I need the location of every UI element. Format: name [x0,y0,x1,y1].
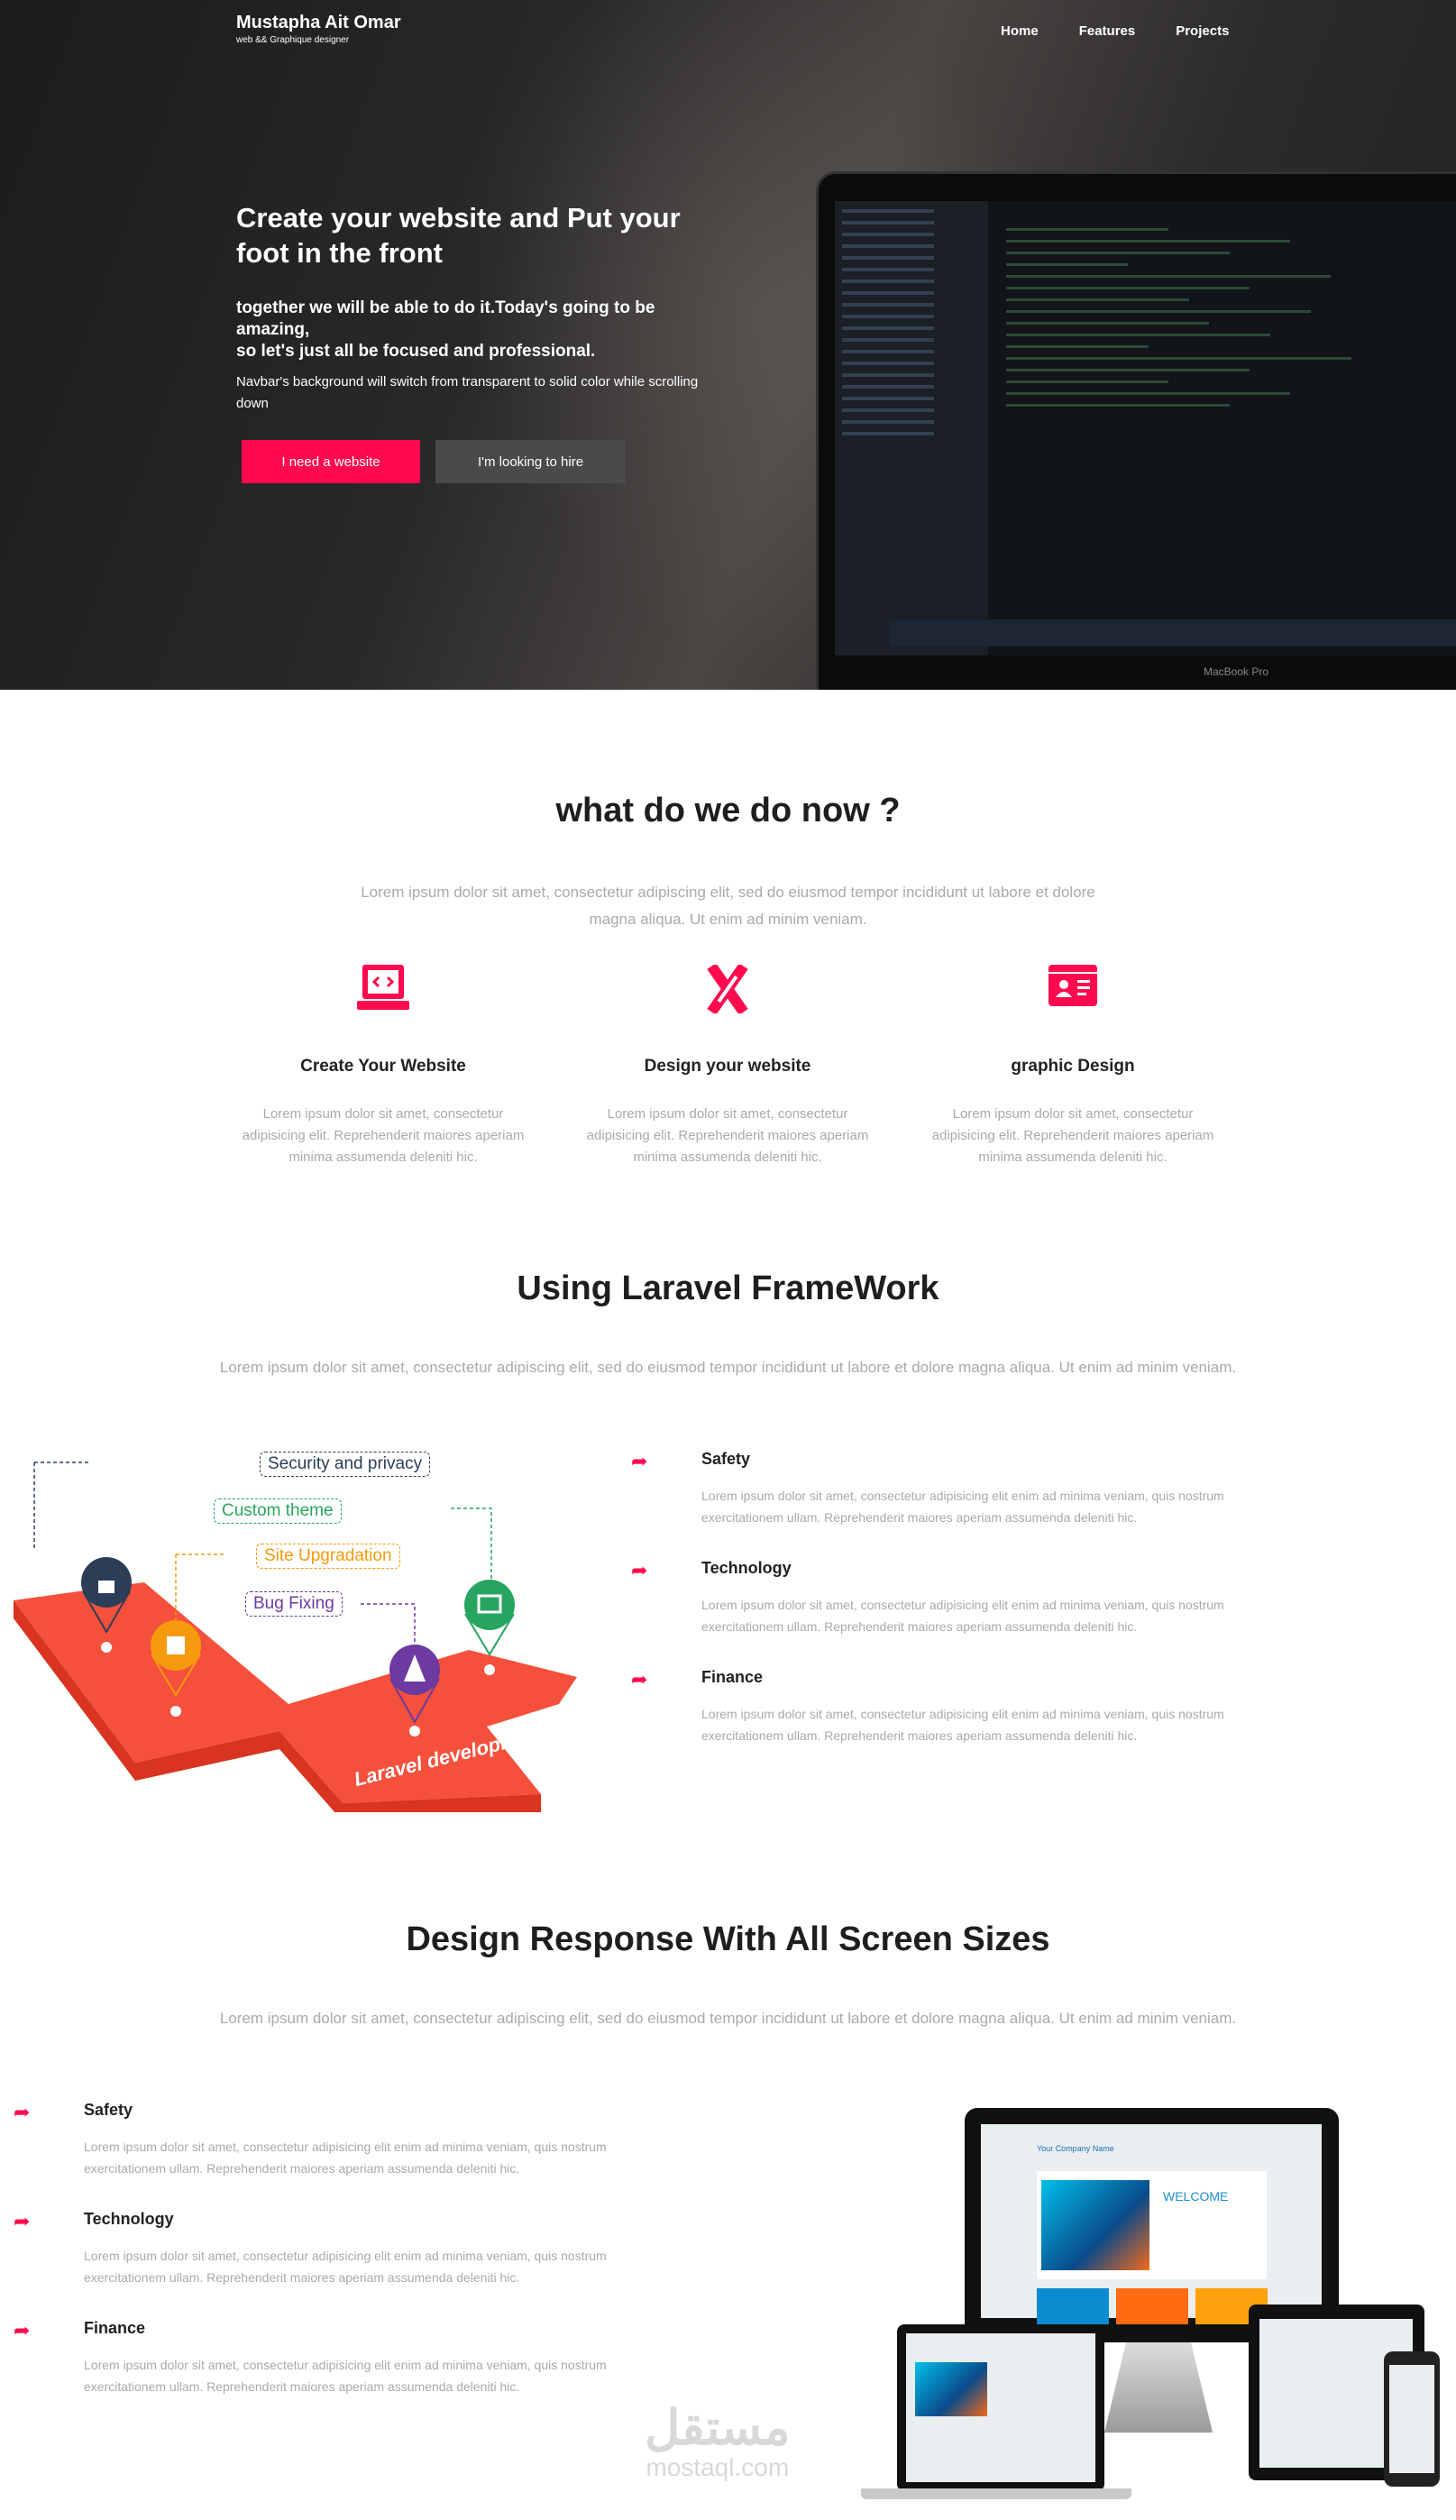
feature-title: Safety [84,2101,133,2119]
responsive-title: Design Response With All Screen Sizes [406,1920,1050,1958]
tag-bug-fixing: Bug Fixing [245,1591,343,1617]
laravel-illustration: Security and privacy Custom theme Site U… [0,1434,595,1812]
feature-title: Finance [84,2319,146,2337]
hero-subtitle-line: so let's just all be focused and profess… [236,342,596,361]
brand-tagline: web && Graphique designer [236,35,350,45]
brand-name[interactable]: Mustapha Ait Omar [236,13,401,33]
share-arrow-icon: ➦ [14,2210,31,2232]
responsive-feature: ➦ Safety Lorem ipsum dolor sit amet, conse… [14,2101,681,2179]
feature-text: Lorem ipsum dolor sit amet, consectetur … [701,1489,1224,1525]
tag-security: Security and privacy [260,1452,431,1477]
service-text: Lorem ipsum dolor sit amet, consectetur … [586,1106,869,1165]
service-title: Design your website [644,1057,811,1076]
laravel-intro: Lorem ipsum dolor sit amet, consectetur … [219,1359,1237,1376]
watermark-arabic: مستقل [645,2401,791,2455]
laptop-photo [816,171,1456,690]
mockup-company: Your Company Name [1037,2144,1114,2153]
feature-title: Technology [84,2210,174,2228]
responsive-devices-illustration: Your Company Name WELCOME [861,2108,1456,2499]
service-card: Create Your Website Lorem ipsum dolor si… [230,965,536,1168]
looking-to-hire-button[interactable]: I'm looking to hire [435,440,626,483]
tag-site-upgradation: Site Upgradation [256,1544,400,1569]
responsive-intro: Lorem ipsum dolor sit amet, consectetur … [219,2010,1237,2027]
mockup-welcome: WELCOME [1163,2189,1229,2204]
dock [889,619,1456,646]
brand[interactable]: Mustapha Ait Omar web && Graphique desig… [236,13,401,45]
watermark-latin: mostaql.com [646,2453,790,2481]
laravel-feature: ➦ Finance Lorem ipsum dolor sit amet, cons… [631,1668,1298,1746]
tag-custom-theme: Custom theme [214,1498,342,1524]
share-arrow-icon: ➦ [14,2101,31,2123]
services-intro: Lorem ipsum dolor sit amet, consectetur … [361,884,1095,928]
laravel-feature: ➦ Safety Lorem ipsum dolor sit amet, conse… [631,1450,1298,1528]
navbar: Home Features Projects [1001,23,1229,39]
nav-projects[interactable]: Projects [1176,23,1229,39]
responsive-feature: ➦ Technology Lorem ipsum dolor sit amet, c… [14,2210,681,2288]
feature-text: Lorem ipsum dolor sit amet, consectetur … [84,2140,607,2176]
hero-note: Navbar's background will switch from tra… [236,374,699,411]
share-arrow-icon: ➦ [14,2319,31,2341]
service-text: Lorem ipsum dolor sit amet, consectetur … [242,1106,525,1165]
share-arrow-icon: ➦ [631,1450,648,1472]
responsive-feature: ➦ Finance Lorem ipsum dolor sit amet, cons… [14,2319,681,2397]
feature-title: Safety [701,1450,751,1468]
feature-text: Lorem ipsum dolor sit amet, consectetur … [84,2249,607,2285]
nav-features[interactable]: Features [1079,23,1136,39]
services-title: what do we do now ? [555,792,901,829]
feature-title: Finance [701,1668,764,1686]
feature-text: Lorem ipsum dolor sit amet, consectetur … [701,1598,1224,1634]
service-card: Design your website Lorem ipsum dolor si… [574,965,881,1168]
laravel-feature: ➦ Technology Lorem ipsum dolor sit amet, c… [631,1559,1298,1637]
hero-subtitle: together we will be able to do it.Today'… [236,298,705,362]
need-website-button[interactable]: I need a website [242,440,420,483]
hero-title: Create your website and Put your foot in… [236,202,681,269]
laptop-code-icon [230,965,536,1019]
hero-section: MacBook Pro Mustapha Ait Omar web && Gra… [0,0,1456,690]
service-title: graphic Design [1011,1057,1135,1076]
hero-subtitle-line: together we will be able to do it.Today'… [236,298,655,339]
laravel-title: Using Laravel FrameWork [517,1269,939,1307]
share-arrow-icon: ➦ [631,1559,648,1581]
share-arrow-icon: ➦ [631,1668,648,1691]
nav-home[interactable]: Home [1001,23,1039,39]
id-card-icon [920,965,1226,1019]
feature-title: Technology [701,1559,792,1577]
service-card: graphic Design Lorem ipsum dolor sit ame… [920,965,1226,1168]
pencil-ruler-icon [574,965,881,1019]
feature-text: Lorem ipsum dolor sit amet, consectetur … [701,1707,1224,1743]
service-title: Create Your Website [300,1057,466,1076]
laptop-label: MacBook Pro [1204,665,1269,678]
watermark: مستقل mostaql.com [645,2403,791,2482]
service-text: Lorem ipsum dolor sit amet, consectetur … [931,1106,1214,1165]
feature-text: Lorem ipsum dolor sit amet, consectetur … [84,2358,607,2394]
